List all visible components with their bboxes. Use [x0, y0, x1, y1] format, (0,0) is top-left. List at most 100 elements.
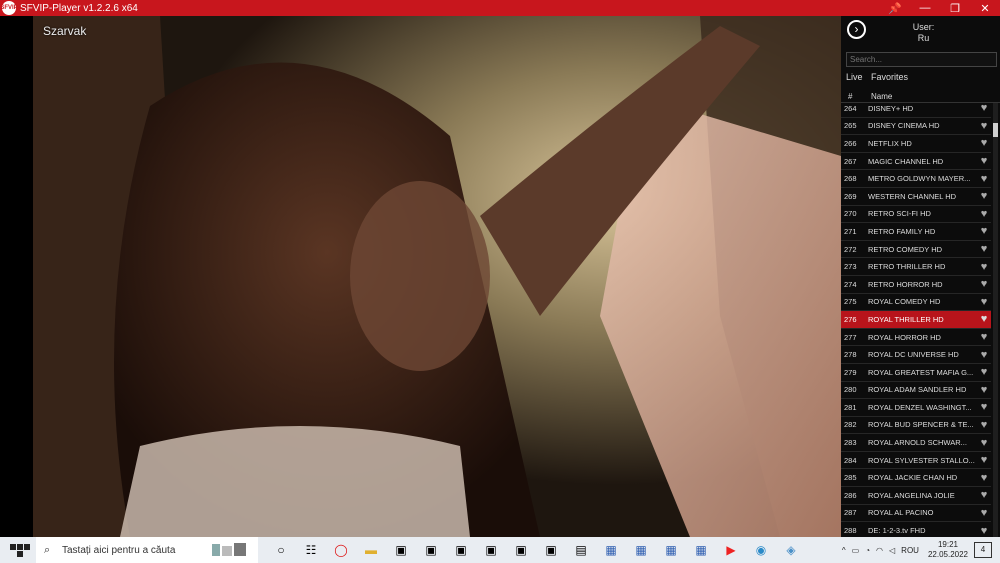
app-icon-1[interactable]: ▣	[391, 540, 411, 560]
channel-number: 281	[844, 402, 857, 412]
channel-name: ROYAL ARNOLD SCHWAR...	[868, 438, 967, 448]
channel-row[interactable]: 282 ROYAL BUD SPENCER & TE... ♥	[841, 417, 991, 435]
search-input[interactable]	[846, 52, 997, 67]
favorite-heart-icon[interactable]: ♥	[977, 366, 991, 378]
windows-start-icon[interactable]	[10, 540, 30, 560]
app-icon-10[interactable]: ▦	[691, 540, 711, 560]
next-arrow-button[interactable]: ›	[847, 20, 866, 39]
clock-time: 19:21	[937, 540, 958, 549]
favorite-heart-icon[interactable]: ♥	[977, 419, 991, 431]
favorite-heart-icon[interactable]: ♥	[977, 489, 991, 501]
app-icon-4[interactable]: ▣	[481, 540, 501, 560]
favorite-heart-icon[interactable]: ♥	[977, 437, 991, 449]
favorite-heart-icon[interactable]: ♥	[977, 243, 991, 255]
channel-row[interactable]: 266 NETFLIX HD ♥	[841, 135, 991, 153]
network-icon[interactable]: ◔	[865, 546, 870, 555]
channel-row[interactable]: 271 RETRO FAMILY HD ♥	[841, 223, 991, 241]
channel-row[interactable]: 286 ROYAL ANGELINA JOLIE ♥	[841, 487, 991, 505]
channel-list: 264 DISNEY+ HD ♥ 265 DISNEY CINEMA HD ♥ 266 NET…	[841, 100, 991, 534]
video-area[interactable]: Szarvak	[0, 16, 841, 537]
channel-row[interactable]: 280 ROYAL ADAM SANDLER HD ♥	[841, 382, 991, 400]
close-button[interactable]: ✕	[970, 2, 1000, 15]
file-explorer-icon[interactable]: ▬	[361, 540, 381, 560]
channel-row[interactable]: 265 DISNEY CINEMA HD ♥	[841, 118, 991, 136]
app-icon-5[interactable]: ▣	[511, 540, 531, 560]
widgets-icon[interactable]: ☷	[301, 540, 321, 560]
channel-row[interactable]: 278 ROYAL DC UNIVERSE HD ♥	[841, 346, 991, 364]
favorite-heart-icon[interactable]: ♥	[977, 225, 991, 237]
youtube-icon[interactable]: ▶	[721, 540, 741, 560]
favorite-heart-icon[interactable]: ♥	[977, 454, 991, 466]
tab-live[interactable]: Live	[846, 72, 863, 82]
app-icon-9[interactable]: ▦	[661, 540, 681, 560]
favorite-heart-icon[interactable]: ♥	[977, 525, 991, 534]
tab-favorites[interactable]: Favorites	[871, 72, 908, 82]
scrollbar[interactable]	[993, 103, 998, 537]
app-icon-7[interactable]: ▦	[601, 540, 621, 560]
channel-row[interactable]: 276 ROYAL THRILLER HD ♥	[841, 311, 991, 329]
channel-row[interactable]: 272 RETRO COMEDY HD ♥	[841, 241, 991, 259]
favorite-heart-icon[interactable]: ♥	[977, 384, 991, 396]
channel-row[interactable]: 275 ROYAL COMEDY HD ♥	[841, 294, 991, 312]
favorite-heart-icon[interactable]: ♥	[977, 507, 991, 519]
minimize-button[interactable]: —	[910, 2, 940, 14]
restore-button[interactable]: ❐	[940, 2, 970, 15]
channel-row[interactable]: 267 MAGIC CHANNEL HD ♥	[841, 153, 991, 171]
channel-row[interactable]: 279 ROYAL GREATEST MAFIA G... ♥	[841, 364, 991, 382]
volume-icon[interactable]: ◁	[889, 546, 895, 555]
favorite-heart-icon[interactable]: ♥	[977, 313, 991, 325]
favorite-heart-icon[interactable]: ♥	[977, 261, 991, 273]
language-indicator[interactable]: ROU	[901, 546, 919, 555]
clock-date: 22.05.2022	[927, 550, 968, 559]
app-icon-11[interactable]: ◈	[781, 540, 801, 560]
favorite-heart-icon[interactable]: ♥	[977, 173, 991, 185]
app-icon-2[interactable]: ▣	[421, 540, 441, 560]
app-icon-3[interactable]: ▣	[451, 540, 471, 560]
favorite-heart-icon[interactable]: ♥	[977, 155, 991, 167]
favorite-heart-icon[interactable]: ♥	[977, 296, 991, 308]
favorite-heart-icon[interactable]: ♥	[977, 401, 991, 413]
channel-row[interactable]: 270 RETRO SCI-FI HD ♥	[841, 206, 991, 224]
pin-button[interactable]: 📌	[880, 2, 910, 15]
channel-row[interactable]: 285 ROYAL JACKIE CHAN HD ♥	[841, 469, 991, 488]
channel-row[interactable]: 284 ROYAL SYLVESTER STALLO... ♥	[841, 452, 991, 470]
app-icon-6[interactable]: ▣	[541, 540, 561, 560]
battery-icon[interactable]: ▭	[852, 546, 860, 555]
favorite-heart-icon[interactable]: ♥	[977, 190, 991, 202]
channel-row[interactable]: 287 ROYAL AL PACINO ♥	[841, 505, 991, 523]
channel-number: 272	[844, 244, 857, 254]
channel-row[interactable]: 269 WESTERN CHANNEL HD ♥	[841, 188, 991, 206]
channel-row[interactable]: 264 DISNEY+ HD ♥	[841, 100, 991, 118]
taskbar-search[interactable]: ⌕ Tastați aici pentru a căuta	[36, 537, 258, 563]
channel-number: 273	[844, 262, 857, 272]
channel-number: 265	[844, 121, 857, 131]
channel-row[interactable]: 274 RETRO HORROR HD ♥	[841, 276, 991, 294]
channel-name: ROYAL DENZEL WASHINGT...	[868, 402, 972, 412]
channel-row[interactable]: 288 DE: 1-2-3.tv FHD ♥	[841, 522, 991, 534]
channel-name: ROYAL BUD SPENCER & TE...	[868, 420, 974, 430]
favorite-heart-icon[interactable]: ♥	[977, 120, 991, 132]
favorite-heart-icon[interactable]: ♥	[977, 349, 991, 361]
channel-row[interactable]: 277 ROYAL HORROR HD ♥	[841, 329, 991, 347]
clock[interactable]: 19:21 22.05.2022	[928, 540, 968, 560]
channel-number: 278	[844, 350, 857, 360]
sfvip-player-icon[interactable]: ◉	[751, 540, 771, 560]
task-view-icon[interactable]: ○	[271, 540, 291, 560]
favorite-heart-icon[interactable]: ♥	[977, 331, 991, 343]
channel-row[interactable]: 273 RETRO THRILLER HD ♥	[841, 258, 991, 276]
channel-row[interactable]: 268 METRO GOLDWYN MAYER... ♥	[841, 170, 991, 188]
terminal-icon[interactable]: ▤	[571, 540, 591, 560]
favorite-heart-icon[interactable]: ♥	[977, 472, 991, 484]
channel-row[interactable]: 281 ROYAL DENZEL WASHINGT... ♥	[841, 399, 991, 417]
favorite-heart-icon[interactable]: ♥	[977, 137, 991, 149]
wifi-icon[interactable]: ◠	[876, 546, 883, 555]
favorite-heart-icon[interactable]: ♥	[977, 278, 991, 290]
favorite-heart-icon[interactable]: ♥	[977, 102, 991, 114]
notification-center-icon[interactable]: 4	[974, 542, 992, 558]
channel-row[interactable]: 283 ROYAL ARNOLD SCHWAR... ♥	[841, 434, 991, 452]
scrollbar-thumb[interactable]	[993, 123, 998, 137]
favorite-heart-icon[interactable]: ♥	[977, 208, 991, 220]
opera-icon[interactable]: ◯	[331, 540, 351, 560]
app-icon-8[interactable]: ▦	[631, 540, 651, 560]
tray-chevron-icon[interactable]: ^	[842, 546, 846, 555]
